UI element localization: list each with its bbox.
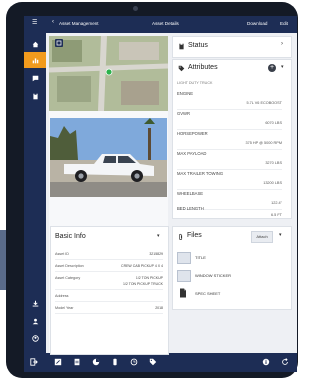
- bottom-toolbar: [24, 353, 297, 372]
- info-row-asset-id: Asset ID 3215829: [55, 249, 163, 260]
- app-screen: ☰ ‹ Asset Management Asset Details Downl…: [24, 16, 297, 372]
- account-circle-icon: [31, 334, 39, 342]
- pdf-file-icon: [180, 288, 186, 298]
- attribute-row-gvwr: GVWR 6070 LBS: [177, 108, 282, 130]
- edit-button[interactable]: Edit: [280, 21, 288, 26]
- chevron-right-icon[interactable]: ›: [281, 41, 283, 47]
- edit-note-icon[interactable]: [52, 356, 64, 368]
- file-item-title[interactable]: TITLE: [177, 249, 282, 266]
- sidebar-item-analytics[interactable]: [24, 52, 46, 68]
- chat-icon: [32, 75, 38, 81]
- sidebar-item-messages[interactable]: [24, 70, 46, 86]
- phone-icon[interactable]: [109, 356, 121, 368]
- attribute-row-engine: ENGINE 5.7L V6 ECOBOOST: [177, 88, 282, 110]
- attribute-row-bed-length: BED LENGTH 6.5 FT: [177, 206, 282, 217]
- add-attribute-button[interactable]: +: [268, 64, 276, 72]
- info-row-model-year: Model Year 2018: [55, 303, 163, 314]
- hamburger-menu-icon[interactable]: ☰: [32, 19, 37, 26]
- tablet-device: ☰ ‹ Asset Management Asset Details Downl…: [6, 2, 298, 378]
- map-image: [49, 36, 168, 111]
- sidebar-item-home[interactable]: [24, 36, 46, 52]
- info-icon[interactable]: [260, 356, 272, 368]
- top-bar: ☰ ‹ Asset Management Asset Details Downl…: [24, 16, 297, 33]
- home-icon: [32, 41, 38, 47]
- left-column: Basic Info ▾ Asset ID 3215829 Asset Desc…: [49, 36, 169, 355]
- basic-info-title: Basic Info: [55, 233, 86, 240]
- sidebar: [24, 33, 46, 353]
- attributes-panel: Attributes + ▾ LIGHT DUTY TRUCK ENGINE 5…: [172, 59, 292, 219]
- chevron-down-icon[interactable]: ▾: [281, 64, 284, 70]
- basic-info-panel: Basic Info ▾ Asset ID 3215829 Asset Desc…: [50, 226, 169, 355]
- clipboard-icon: [32, 92, 38, 99]
- front-camera: [133, 6, 138, 11]
- location-map[interactable]: [49, 36, 168, 111]
- tag-icon[interactable]: [147, 356, 159, 368]
- pie-chart-icon[interactable]: [90, 356, 102, 368]
- history-icon[interactable]: [128, 356, 140, 368]
- user-icon: [32, 318, 38, 324]
- download-icon: [32, 300, 38, 307]
- files-panel: Files Attach ▾ TITLE WINDOW STICKER SPEC…: [172, 226, 292, 310]
- page-title: Asset Details: [152, 21, 179, 26]
- attribute-row-max-trailer-towing: MAX TRAILER TOWING 13200 LBS: [177, 168, 282, 190]
- sidebar-item-user[interactable]: [24, 313, 46, 329]
- clipboard-icon: [179, 43, 184, 50]
- attach-button[interactable]: Attach: [251, 231, 273, 243]
- status-panel[interactable]: Status ›: [172, 36, 292, 58]
- document-thumbnail-icon: [177, 252, 191, 264]
- info-row-category: Asset Category 1/2 TON PICKUP 1/2 TON PI…: [55, 273, 163, 290]
- tag-icon: [178, 65, 185, 72]
- attribute-row-max-payload: MAX PAYLOAD 3270 LBS: [177, 148, 282, 170]
- sidebar-item-download[interactable]: [24, 295, 46, 311]
- download-button[interactable]: Download: [247, 21, 267, 26]
- paperclip-icon: [179, 233, 183, 240]
- back-label[interactable]: Asset Management: [59, 21, 99, 26]
- collapse-chevron-icon[interactable]: ▾: [157, 233, 160, 239]
- status-title: Status: [188, 42, 208, 49]
- file-item-spec-sheet[interactable]: SPEC SHEET: [177, 285, 282, 302]
- back-chevron-icon[interactable]: ‹: [52, 19, 54, 25]
- info-row-address: Address: [55, 291, 163, 302]
- vehicle-photo[interactable]: [50, 118, 167, 197]
- file-item-window-sticker[interactable]: WINDOW STICKER: [177, 267, 282, 284]
- logout-icon[interactable]: [28, 356, 40, 368]
- sidebar-item-account[interactable]: [24, 330, 46, 346]
- files-title: Files: [187, 232, 202, 239]
- attributes-title: Attributes: [188, 64, 218, 71]
- attribute-row-horsepower: HORSEPOWER 375 HP @ 5000 RPM: [177, 128, 282, 150]
- truck-image: [50, 118, 167, 197]
- attribute-category: LIGHT DUTY TRUCK: [177, 81, 213, 85]
- document-thumbnail-icon: [177, 270, 191, 282]
- chevron-down-icon[interactable]: ▾: [279, 232, 282, 238]
- sidebar-item-clipboard[interactable]: [24, 88, 46, 104]
- info-row-description: Asset Description CREW CAB PICKUP 4 X 4: [55, 261, 163, 272]
- document-icon[interactable]: [71, 356, 83, 368]
- bar-chart-icon: [32, 57, 38, 63]
- refresh-icon[interactable]: [279, 356, 291, 368]
